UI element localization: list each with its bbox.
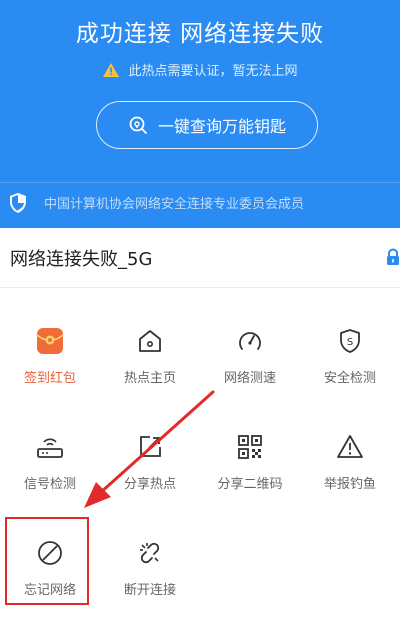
- connection-status-title: 成功连接 网络连接失败: [75, 21, 325, 47]
- status-header: 成功连接 网络连接失败 此热点需要认证，暂无法上网 一键查询万能钥匙 中国计算机…: [0, 0, 400, 228]
- share-icon-wrap: [134, 431, 166, 463]
- grid-label: 举报钓鱼: [323, 477, 376, 492]
- report-phishing-button[interactable]: 举报钓鱼: [300, 431, 400, 511]
- grid-label: 分享二维码: [217, 477, 283, 492]
- speedometer-icon: [239, 332, 261, 350]
- query-key-button[interactable]: 一键查询万能钥匙: [96, 101, 318, 149]
- share-hotspot-button[interactable]: 分享热点: [100, 431, 200, 511]
- shield-s-icon-wrap: S: [334, 325, 366, 357]
- qrcode-icon: [238, 435, 262, 459]
- grid-label: 断开连接: [123, 583, 176, 598]
- certification-text: 中国计算机协会网络安全连接专业委员会成员: [44, 197, 305, 212]
- lock-icon: [387, 248, 399, 265]
- grid-label: 签到红包: [23, 371, 76, 386]
- router-icon: [37, 438, 63, 458]
- query-key-label: 一键查询万能钥匙: [157, 117, 286, 136]
- red-envelope-icon-wrap: [34, 325, 66, 357]
- certification-row: 中国计算机协会网络安全连接专业委员会成员: [0, 182, 400, 222]
- grid-label: 热点主页: [123, 371, 176, 386]
- warning-triangle-icon: [337, 435, 363, 458]
- sign-in-red-envelope-button[interactable]: 签到红包: [0, 325, 100, 405]
- grid-label: 信号检测: [23, 477, 76, 492]
- red-envelope-icon: [36, 328, 64, 354]
- warning-triangle-icon-wrap: [334, 431, 366, 463]
- router-icon-wrap: [34, 431, 66, 463]
- share-icon: [140, 436, 161, 457]
- broken-link-icon-wrap: [134, 537, 166, 569]
- grid-label: 分享热点: [123, 477, 176, 492]
- security-check-button[interactable]: S 安全检测: [300, 325, 400, 405]
- qrcode-icon-wrap: [234, 431, 266, 463]
- speed-test-button[interactable]: 网络测速: [200, 325, 300, 405]
- search-key-icon: [129, 116, 147, 134]
- auth-warning: 此热点需要认证，暂无法上网: [0, 60, 400, 79]
- share-qrcode-button[interactable]: 分享二维码: [200, 431, 300, 511]
- signal-check-button[interactable]: 信号检测: [0, 431, 100, 511]
- network-name-row[interactable]: 网络连接失败_5G: [0, 228, 400, 288]
- hotspot-home-button[interactable]: 热点主页: [100, 325, 200, 405]
- network-name: 网络连接失败_5G: [10, 249, 153, 270]
- wifi-detail-page: 成功连接 网络连接失败 此热点需要认证，暂无法上网 一键查询万能钥匙 中国计算机…: [0, 0, 400, 620]
- warning-icon: [103, 62, 120, 77]
- grid-label: 网络测速: [223, 371, 276, 386]
- home-icon: [139, 330, 161, 352]
- home-icon-wrap: [134, 325, 166, 357]
- svg-text:S: S: [347, 337, 353, 348]
- forget-network-highlight-box: [5, 517, 89, 605]
- shield-s-icon: S: [340, 329, 360, 353]
- broken-link-icon: [140, 542, 160, 564]
- shield-icon: [10, 192, 26, 213]
- auth-warning-text: 此热点需要认证，暂无法上网: [128, 64, 298, 79]
- disconnect-button[interactable]: 断开连接: [100, 537, 200, 617]
- speedometer-icon-wrap: [234, 325, 266, 357]
- grid-label: 安全检测: [323, 371, 376, 386]
